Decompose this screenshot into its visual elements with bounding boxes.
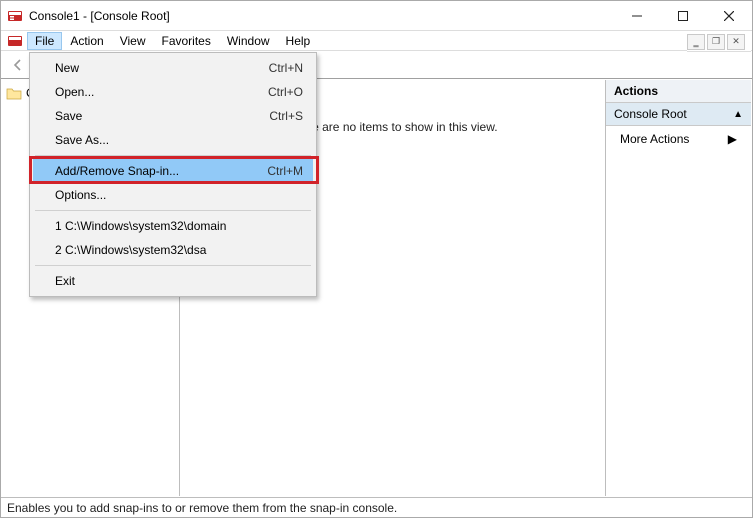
menu-file[interactable]: File: [27, 32, 62, 50]
maximize-button[interactable]: [660, 1, 706, 31]
empty-message: There are no items to show in this view.: [287, 120, 497, 134]
menu-item-open[interactable]: Open... Ctrl+O: [33, 80, 313, 104]
menu-item-label: 1 C:\Windows\system32\domain: [55, 219, 303, 233]
menu-item-add-remove-snapin[interactable]: Add/Remove Snap-in... Ctrl+M: [33, 159, 313, 183]
title-bar: Console1 - [Console Root]: [1, 1, 752, 31]
menu-separator: [35, 265, 311, 266]
menu-item-options[interactable]: Options...: [33, 183, 313, 207]
mdi-close-button[interactable]: ✕: [727, 34, 745, 50]
collapse-icon: ▲: [733, 109, 743, 120]
menu-item-label: Save As...: [55, 133, 303, 147]
menu-item-save-as[interactable]: Save As...: [33, 128, 313, 152]
actions-group-label: Console Root: [614, 107, 687, 121]
minimize-button[interactable]: [614, 1, 660, 31]
window-title: Console1 - [Console Root]: [29, 9, 614, 23]
menu-view[interactable]: View: [112, 32, 154, 50]
menu-item-label: 2 C:\Windows\system32\dsa: [55, 243, 303, 257]
menu-item-new[interactable]: New Ctrl+N: [33, 56, 313, 80]
actions-more-label: More Actions: [620, 132, 689, 146]
menu-item-shortcut: Ctrl+N: [269, 61, 303, 75]
mdi-minimize-button[interactable]: ‗: [687, 34, 705, 50]
menu-bar: File Action View Favorites Window Help: [1, 31, 752, 51]
chevron-right-icon: ▶: [728, 132, 737, 146]
status-bar: Enables you to add snap-ins to or remove…: [1, 497, 752, 517]
menu-window[interactable]: Window: [219, 32, 278, 50]
mdi-controls: ‗ ❐ ✕: [687, 32, 751, 52]
menu-item-label: Add/Remove Snap-in...: [55, 164, 267, 178]
back-button[interactable]: [7, 54, 29, 76]
actions-header: Actions: [606, 80, 751, 103]
menu-action[interactable]: Action: [62, 32, 111, 50]
file-dropdown: New Ctrl+N Open... Ctrl+O Save Ctrl+S Sa…: [29, 52, 317, 297]
mmc-doc-icon: [7, 33, 23, 49]
menu-item-label: Options...: [55, 188, 303, 202]
menu-item-shortcut: Ctrl+O: [268, 85, 303, 99]
actions-more[interactable]: More Actions ▶: [606, 126, 751, 152]
menu-item-label: Open...: [55, 85, 268, 99]
menu-item-recent-1[interactable]: 1 C:\Windows\system32\domain: [33, 214, 313, 238]
menu-separator: [35, 155, 311, 156]
menu-item-shortcut: Ctrl+S: [269, 109, 303, 123]
menu-separator: [35, 210, 311, 211]
menu-item-label: New: [55, 61, 269, 75]
menu-help[interactable]: Help: [278, 32, 319, 50]
menu-item-exit[interactable]: Exit: [33, 269, 313, 293]
status-text: Enables you to add snap-ins to or remove…: [7, 501, 397, 515]
actions-group[interactable]: Console Root ▲: [606, 103, 751, 126]
menu-item-recent-2[interactable]: 2 C:\Windows\system32\dsa: [33, 238, 313, 262]
close-button[interactable]: [706, 1, 752, 31]
menu-favorites[interactable]: Favorites: [154, 32, 219, 50]
folder-icon: [6, 86, 22, 100]
mmc-app-icon: [7, 8, 23, 24]
menu-item-shortcut: Ctrl+M: [267, 164, 303, 178]
mdi-restore-button[interactable]: ❐: [707, 34, 725, 50]
menu-item-label: Save: [55, 109, 269, 123]
menu-item-save[interactable]: Save Ctrl+S: [33, 104, 313, 128]
actions-pane: Actions Console Root ▲ More Actions ▶: [605, 80, 751, 496]
menu-item-label: Exit: [55, 274, 303, 288]
